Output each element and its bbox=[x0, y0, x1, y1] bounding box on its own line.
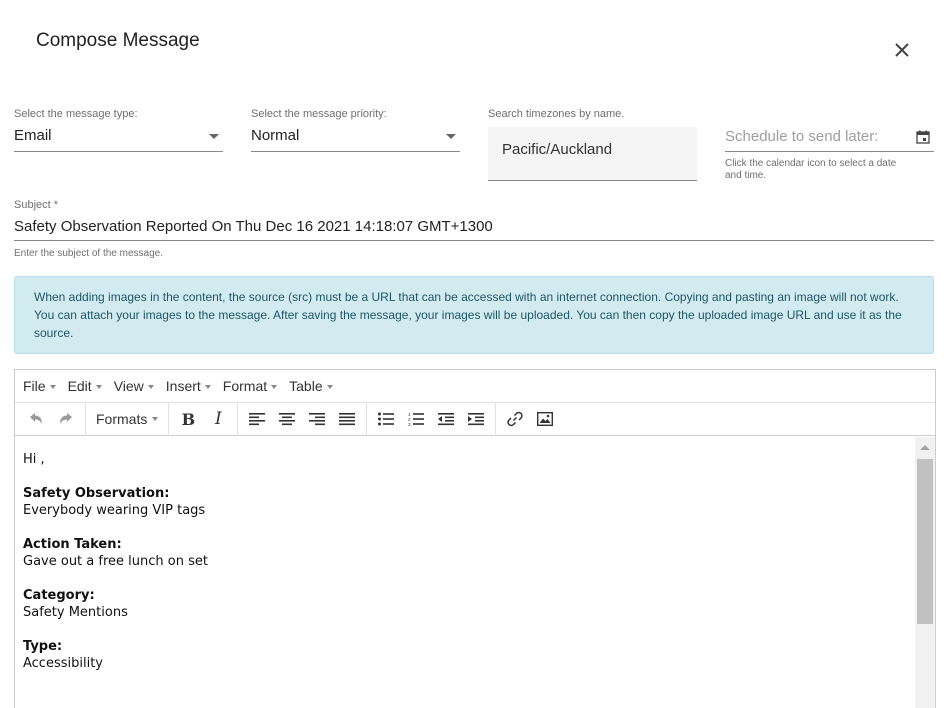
outdent-icon bbox=[438, 413, 455, 426]
message-type-select[interactable]: Select the message type: Email bbox=[14, 108, 223, 152]
link-button[interactable] bbox=[500, 405, 530, 433]
timezone-field: Search timezones by name. Pacific/Auckla… bbox=[488, 108, 697, 181]
action-value: Gave out a free lunch on set bbox=[23, 554, 208, 569]
observation-block: Safety Observation: Everybody wearing VI… bbox=[23, 485, 905, 519]
menu-edit[interactable]: Edit bbox=[68, 378, 102, 394]
image-icon bbox=[537, 412, 554, 426]
editor-content[interactable]: Hi , Safety Observation: Everybody weari… bbox=[15, 437, 913, 708]
message-priority-label: Select the message priority: bbox=[251, 108, 387, 120]
editor-menubar: File Edit View Insert Format Table bbox=[15, 370, 935, 403]
formats-group: Formats bbox=[86, 402, 170, 436]
align-right-button[interactable] bbox=[302, 405, 332, 433]
chevron-down-icon bbox=[326, 385, 333, 389]
bold-button[interactable]: B bbox=[173, 405, 203, 433]
image-button[interactable] bbox=[530, 405, 560, 433]
schedule-hint: Click the calendar icon to select a date… bbox=[725, 158, 897, 181]
message-priority-value: Normal bbox=[251, 127, 300, 144]
bold-icon: B bbox=[181, 409, 196, 429]
action-label: Action Taken: bbox=[23, 537, 122, 552]
italic-button[interactable]: I bbox=[203, 405, 233, 433]
category-label: Category: bbox=[23, 588, 95, 603]
image-notice: When adding images in the content, the s… bbox=[14, 276, 934, 354]
close-icon bbox=[895, 43, 909, 57]
chevron-down-icon bbox=[152, 417, 159, 421]
insert-group bbox=[496, 403, 564, 436]
bullet-list-icon bbox=[378, 412, 395, 426]
bullet-list-button[interactable] bbox=[371, 405, 401, 433]
style-group: B I bbox=[169, 402, 239, 436]
align-center-icon bbox=[279, 413, 296, 426]
chevron-down-icon bbox=[446, 134, 456, 139]
chevron-down-icon bbox=[204, 385, 211, 389]
action-block: Action Taken: Gave out a free lunch on s… bbox=[23, 536, 905, 570]
chevron-down-icon bbox=[95, 385, 102, 389]
editor-scrollbar[interactable] bbox=[915, 437, 935, 708]
schedule-input[interactable]: Schedule to send later: bbox=[725, 108, 934, 152]
redo-button[interactable] bbox=[51, 405, 81, 433]
dialog-title: Compose Message bbox=[36, 30, 200, 51]
undo-button[interactable] bbox=[21, 405, 51, 433]
redo-icon bbox=[60, 413, 72, 424]
indent-button[interactable] bbox=[461, 405, 491, 433]
timezone-label: Search timezones by name. bbox=[488, 108, 625, 120]
scroll-up-arrow-icon[interactable] bbox=[920, 445, 930, 450]
menu-format[interactable]: Format bbox=[223, 378, 278, 394]
close-button[interactable] bbox=[890, 38, 914, 62]
history-group bbox=[21, 402, 86, 436]
calendar-icon[interactable] bbox=[916, 130, 930, 144]
scroll-thumb[interactable] bbox=[917, 459, 933, 624]
subject-value: Safety Observation Reported On Thu Dec 1… bbox=[14, 218, 493, 235]
subject-label: Subject * bbox=[14, 199, 59, 211]
chevron-down-icon bbox=[209, 134, 219, 139]
menu-view[interactable]: View bbox=[114, 378, 154, 394]
menu-table[interactable]: Table bbox=[289, 378, 333, 394]
chevron-down-icon bbox=[271, 385, 278, 389]
rich-text-editor: File Edit View Insert Format Table Forma… bbox=[14, 369, 936, 708]
list-group: 123 bbox=[367, 402, 497, 436]
numbered-list-button[interactable]: 123 bbox=[401, 405, 431, 433]
subject-hint: Enter the subject of the message. bbox=[14, 248, 163, 259]
undo-icon bbox=[30, 413, 42, 424]
align-left-button[interactable] bbox=[242, 405, 272, 433]
timezone-input[interactable]: Pacific/Auckland bbox=[488, 127, 697, 181]
type-label: Type: bbox=[23, 639, 63, 654]
numbered-list-icon: 123 bbox=[408, 412, 425, 426]
justify-button[interactable] bbox=[332, 405, 362, 433]
message-priority-select[interactable]: Select the message priority: Normal bbox=[251, 108, 460, 152]
italic-icon: I bbox=[214, 409, 222, 429]
type-value: Accessibility bbox=[23, 656, 103, 671]
outdent-button[interactable] bbox=[431, 405, 461, 433]
category-block: Category: Safety Mentions bbox=[23, 587, 905, 621]
message-type-value: Email bbox=[14, 127, 52, 144]
align-justify-icon bbox=[339, 413, 356, 426]
category-value: Safety Mentions bbox=[23, 605, 128, 620]
observation-label: Safety Observation: bbox=[23, 486, 170, 501]
link-icon bbox=[507, 411, 523, 427]
menu-file[interactable]: File bbox=[23, 378, 56, 394]
indent-icon bbox=[468, 413, 485, 426]
align-right-icon bbox=[309, 413, 326, 426]
menu-insert[interactable]: Insert bbox=[166, 378, 211, 394]
chevron-down-icon bbox=[147, 385, 154, 389]
subject-input[interactable]: Subject * Safety Observation Reported On… bbox=[14, 199, 934, 241]
message-type-label: Select the message type: bbox=[14, 108, 138, 120]
chevron-down-icon bbox=[49, 385, 56, 389]
greeting-text: Hi , bbox=[23, 452, 45, 467]
type-block: Type: Accessibility bbox=[23, 638, 905, 672]
formats-dropdown[interactable]: Formats bbox=[90, 411, 164, 427]
align-group bbox=[238, 402, 368, 436]
align-center-button[interactable] bbox=[272, 405, 302, 433]
editor-toolbar: Formats B I 1 2 3 bbox=[15, 402, 935, 436]
svg-text:3: 3 bbox=[408, 422, 411, 426]
schedule-placeholder: Schedule to send later: bbox=[725, 128, 879, 145]
observation-value: Everybody wearing VIP tags bbox=[23, 503, 206, 518]
align-left-icon bbox=[249, 413, 266, 426]
timezone-value: Pacific/Auckland bbox=[502, 141, 613, 158]
